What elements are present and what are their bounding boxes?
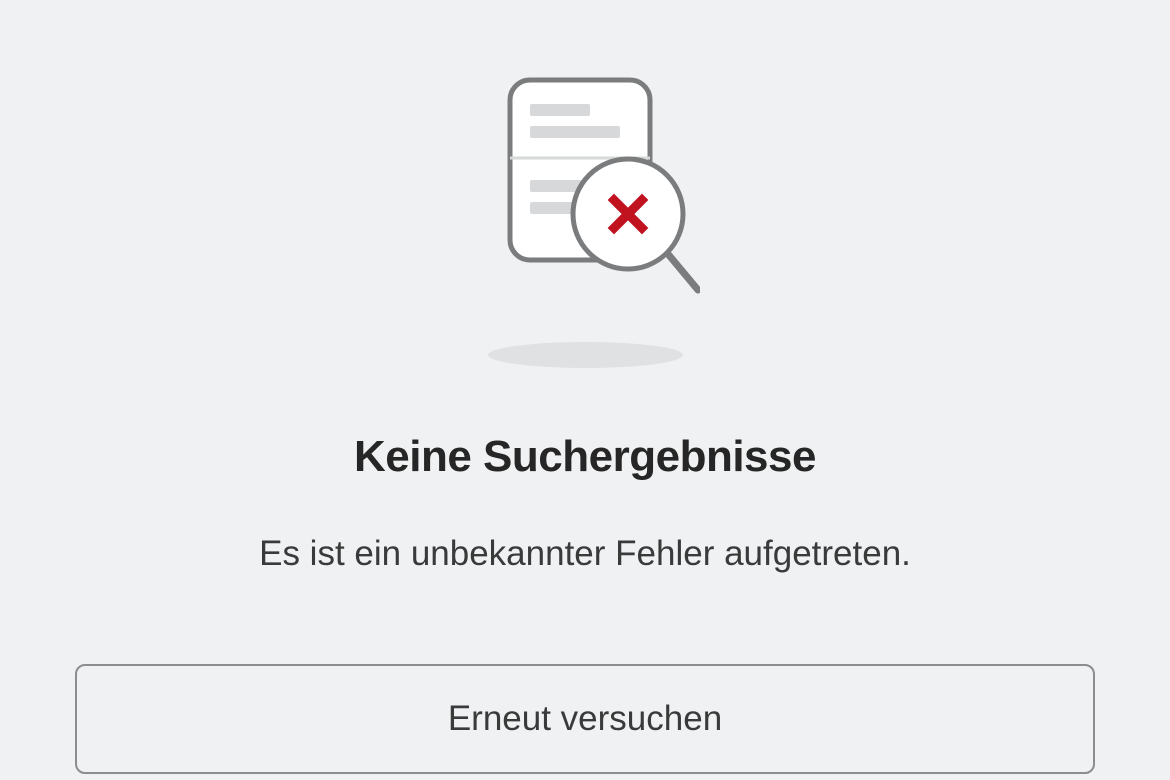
empty-state-heading: Keine Suchergebnisse <box>354 432 816 482</box>
illustration-shadow <box>488 342 683 368</box>
no-results-icon <box>470 72 700 302</box>
retry-button-label: Erneut versuchen <box>448 699 722 739</box>
empty-state-message: Es ist ein unbekannter Fehler aufgetrete… <box>259 534 911 574</box>
retry-button[interactable]: Erneut versuchen <box>75 664 1095 774</box>
empty-state-illustration <box>470 72 700 368</box>
